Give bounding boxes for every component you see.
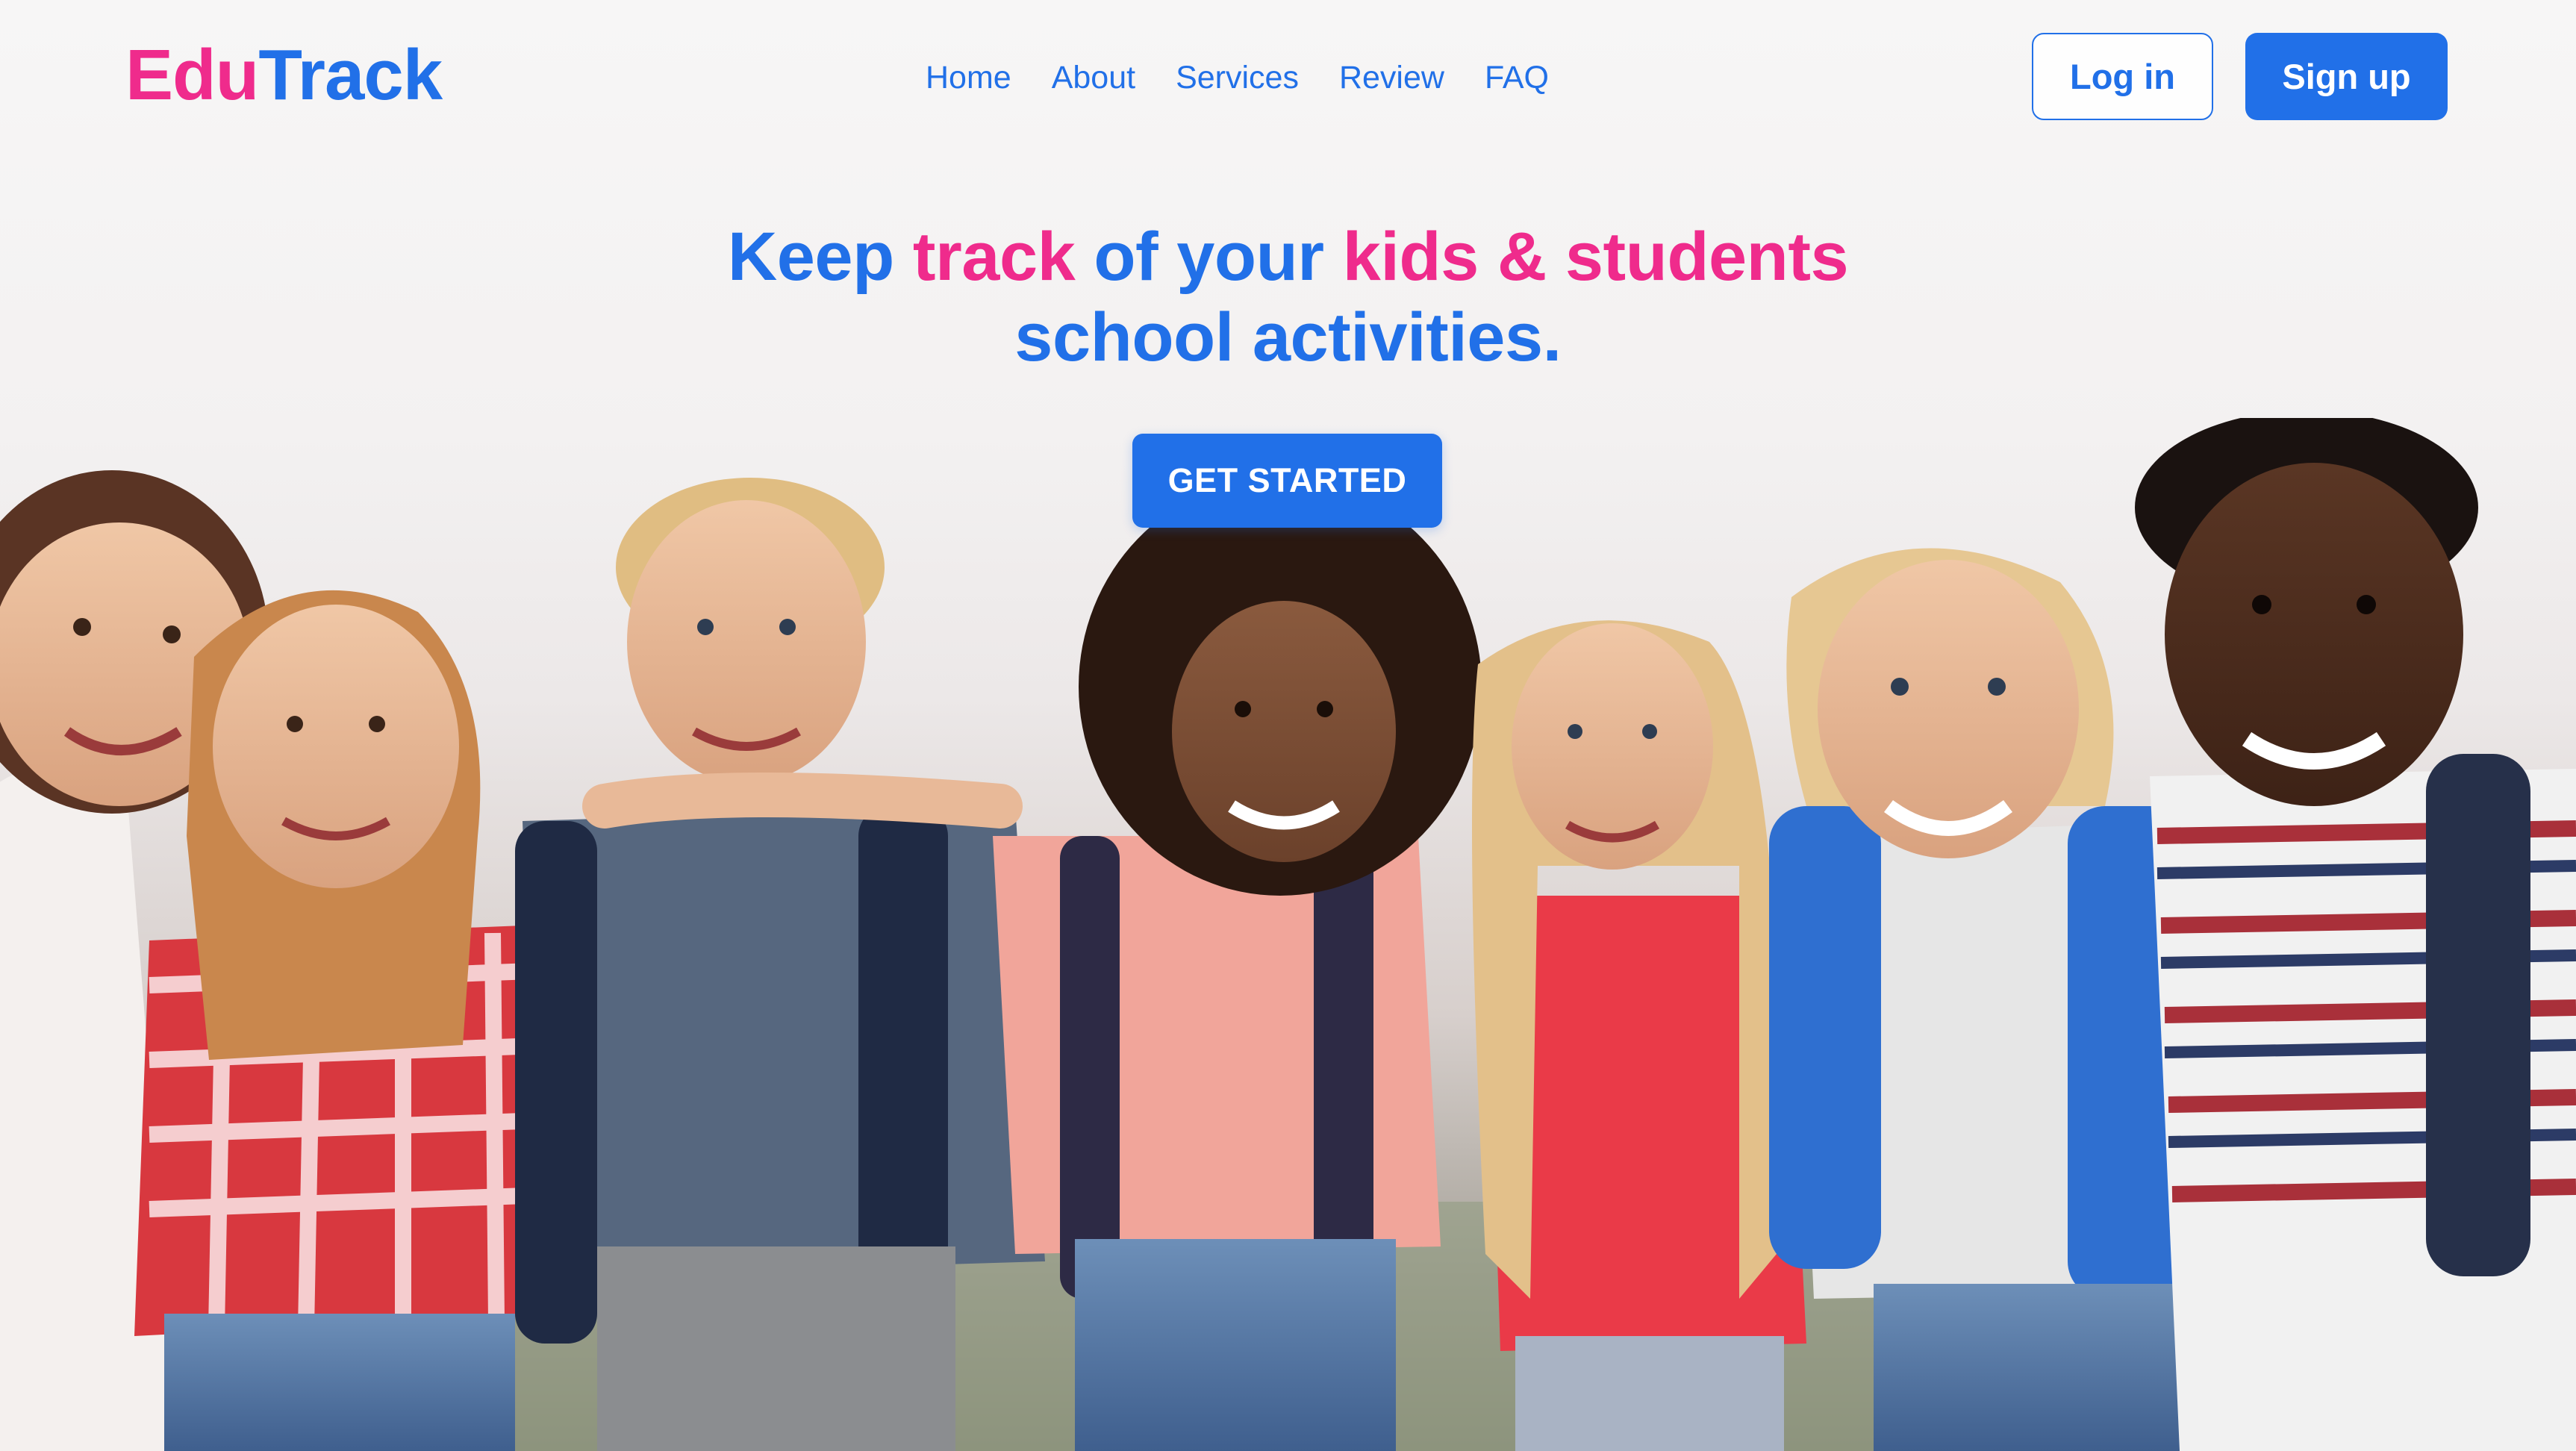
headline-line-1: Keep track of your kids & students [0,216,2576,297]
main-nav: Home About Services Review FAQ [926,55,1549,100]
logo-part-track: Track [258,35,443,115]
headline-line-2: school activities. [1014,299,1562,375]
hero-children-photo [0,418,2576,1451]
nav-link-services[interactable]: Services [1176,60,1299,96]
hero-headline: Keep track of your kids & students schoo… [0,216,2576,378]
nav-link-review[interactable]: Review [1339,60,1444,96]
site-header: EduTrack Home About Services Review FAQ … [0,0,2576,153]
headline-kids-students: kids & students [1342,219,1849,295]
landing-page: EduTrack Home About Services Review FAQ … [0,0,2576,1451]
headline-keep: Keep [727,219,913,295]
get-started-button[interactable]: GET STARTED [1132,434,1442,528]
nav-link-home[interactable]: Home [926,60,1011,96]
signup-button[interactable]: Sign up [2245,33,2448,120]
nav-link-faq[interactable]: FAQ [1485,60,1549,96]
headline-of-your: of your [1075,219,1343,295]
brand-logo[interactable]: EduTrack [125,34,443,116]
children-group-illustration [0,418,2576,1451]
headline-track: track [912,219,1076,295]
logo-part-edu: Edu [125,35,259,115]
nav-link-about[interactable]: About [1052,60,1135,96]
login-button[interactable]: Log in [2032,33,2213,120]
